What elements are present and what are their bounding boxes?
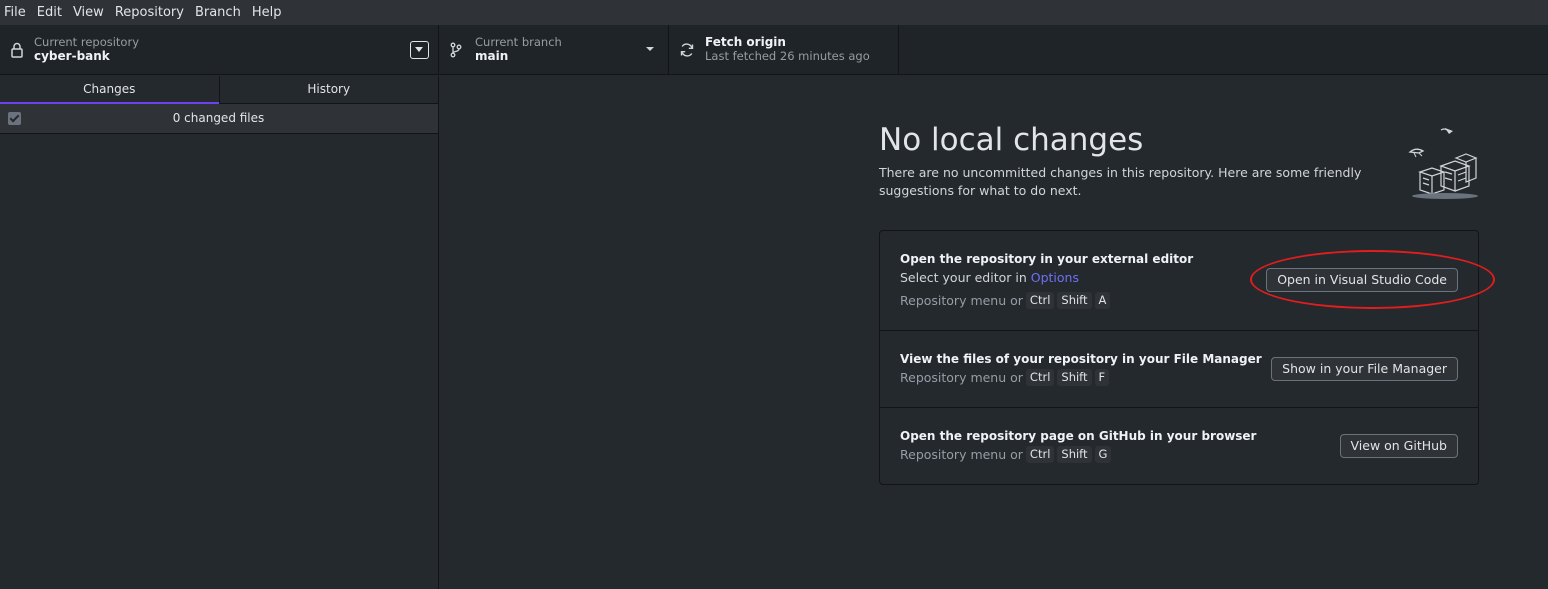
show-in-file-manager-button[interactable]: Show in your File Manager bbox=[1271, 357, 1458, 381]
repository-label: Current repository bbox=[34, 35, 139, 49]
suggestion-file-manager: View the files of your repository in you… bbox=[880, 331, 1478, 408]
suggestion-github: Open the repository page on GitHub in yo… bbox=[880, 408, 1478, 484]
repository-name: cyber-bank bbox=[34, 49, 110, 63]
key-a: A bbox=[1094, 292, 1111, 309]
branch-caret-icon bbox=[646, 47, 654, 51]
empty-state-illustration-icon bbox=[1408, 128, 1478, 199]
key-ctrl: Ctrl bbox=[1025, 446, 1055, 463]
current-repository-button[interactable]: Current repository cyber-bank bbox=[0, 25, 439, 75]
key-ctrl: Ctrl bbox=[1025, 369, 1055, 386]
suggestion-title: View the files of your repository in you… bbox=[900, 352, 1262, 366]
key-shift: Shift bbox=[1057, 292, 1092, 309]
menu-bar: File Edit View Repository Branch Help bbox=[0, 0, 1548, 25]
fetch-title: Fetch origin bbox=[705, 35, 786, 49]
keyboard-shortcut: Repository menu or Ctrl Shift G bbox=[900, 446, 1112, 463]
keyboard-shortcut: Repository menu or Ctrl Shift A bbox=[900, 292, 1111, 309]
branch-name: main bbox=[475, 49, 509, 63]
fetch-status: Last fetched 26 minutes ago bbox=[705, 49, 870, 63]
page-description: There are no uncommitted changes in this… bbox=[879, 165, 1362, 198]
suggestion-title: Open the repository page on GitHub in yo… bbox=[900, 429, 1257, 443]
key-f: F bbox=[1094, 369, 1110, 386]
sync-icon bbox=[680, 43, 694, 57]
menu-view[interactable]: View bbox=[73, 5, 104, 20]
menu-edit[interactable]: Edit bbox=[37, 5, 62, 20]
key-ctrl: Ctrl bbox=[1025, 292, 1055, 309]
repository-dropdown-icon[interactable] bbox=[410, 41, 429, 59]
keyboard-shortcut: Repository menu or Ctrl Shift F bbox=[900, 369, 1110, 386]
sidebar-tabs: Changes History bbox=[0, 76, 439, 105]
menu-repository[interactable]: Repository bbox=[115, 5, 184, 20]
editor-options-prefix: Select your editor in bbox=[900, 270, 1031, 285]
lock-icon bbox=[11, 42, 23, 58]
toolbar: Current repository cyber-bank Current br… bbox=[0, 25, 1548, 75]
annotation-highlight-ellipse bbox=[1250, 250, 1495, 309]
fetch-origin-button[interactable]: Fetch origin Last fetched 26 minutes ago bbox=[669, 25, 899, 75]
changed-files-count: 0 changed files bbox=[172, 111, 265, 125]
sidebar: Changes History 0 changed files bbox=[0, 76, 439, 589]
key-shift: Shift bbox=[1057, 446, 1092, 463]
tab-history[interactable]: History bbox=[218, 76, 439, 104]
menu-help[interactable]: Help bbox=[252, 5, 282, 20]
shortcut-prefix: Repository menu or bbox=[900, 370, 1023, 385]
key-g: G bbox=[1094, 446, 1112, 463]
branch-label: Current branch bbox=[475, 35, 562, 49]
shortcut-prefix: Repository menu or bbox=[900, 447, 1023, 462]
key-shift: Shift bbox=[1057, 369, 1092, 386]
menu-file[interactable]: File bbox=[4, 5, 26, 20]
changes-header: 0 changed files bbox=[0, 104, 438, 134]
main-panel: No local changes There are no uncommitte… bbox=[440, 76, 1548, 589]
git-branch-icon bbox=[450, 42, 462, 58]
suggestion-title: Open the repository in your external edi… bbox=[900, 252, 1194, 266]
options-link[interactable]: Options bbox=[1031, 270, 1079, 285]
menu-branch[interactable]: Branch bbox=[195, 5, 241, 20]
current-branch-button[interactable]: Current branch main bbox=[439, 25, 669, 75]
suggestion-subtitle: Select your editor in Options bbox=[900, 270, 1079, 285]
page-title: No local changes bbox=[879, 122, 1144, 158]
tab-changes[interactable]: Changes bbox=[0, 76, 219, 105]
view-on-github-button[interactable]: View on GitHub bbox=[1339, 434, 1458, 458]
shortcut-prefix: Repository menu or bbox=[900, 293, 1023, 308]
